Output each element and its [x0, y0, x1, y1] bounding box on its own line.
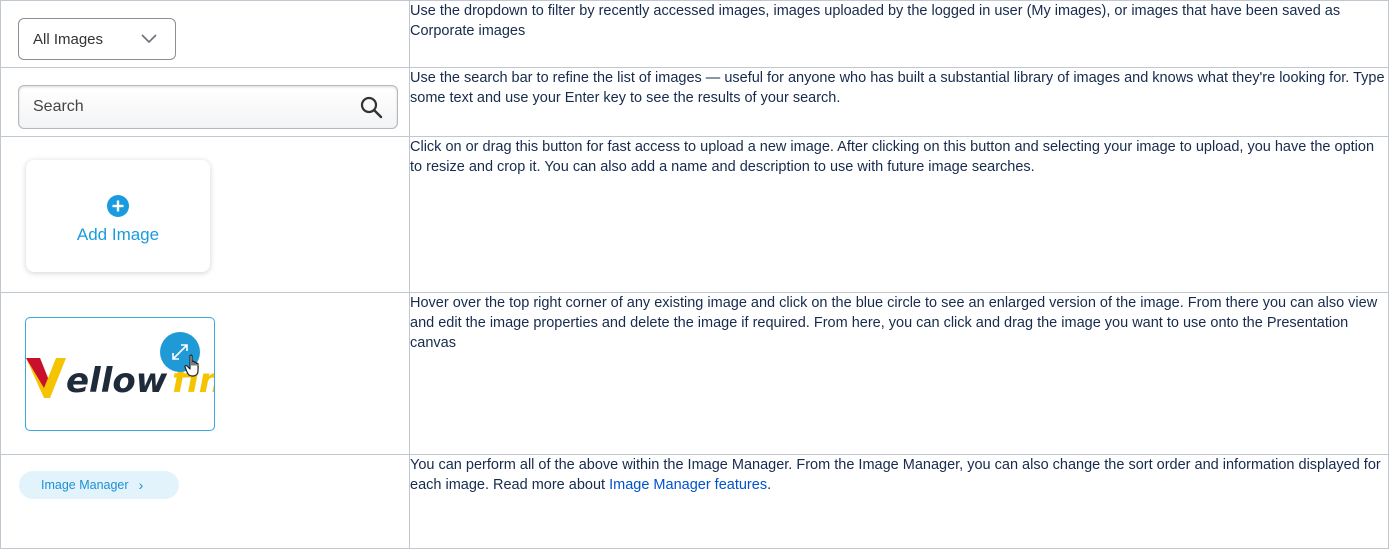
table-row: Image Manager › You can perform all of t…: [0, 454, 1389, 549]
filter-dropdown-value: All Images: [33, 30, 104, 48]
add-image-cell: Add Image: [0, 136, 410, 293]
search-placeholder: Search: [33, 98, 84, 115]
table-row: All Images Use the dropdown to filter by…: [0, 0, 1389, 68]
chevron-down-icon: [139, 29, 159, 53]
table-row: Add Image Click on or drag this button f…: [0, 136, 1389, 293]
description-cell: Hover over the top right corner of any e…: [409, 292, 1389, 455]
image-thumbnail[interactable]: ellow fin: [25, 317, 215, 431]
add-image-label: Add Image: [76, 225, 160, 244]
add-image-description: Click on or drag this button for fast ac…: [410, 139, 1375, 175]
dropdown-description: Use the dropdown to filter by recently a…: [410, 3, 1341, 39]
search-input[interactable]: Search: [18, 85, 398, 129]
hand-cursor-icon: [184, 354, 204, 383]
search-description: Use the search bar to refine the list of…: [410, 70, 1385, 106]
image-manager-label: Image Manager: [41, 478, 129, 492]
image-manager-cell: Image Manager ›: [0, 454, 410, 549]
description-cell: Click on or drag this button for fast ac…: [409, 136, 1389, 293]
svg-text:ellow: ellow: [66, 361, 168, 401]
image-manager-description: You can perform all of the above within …: [410, 457, 1381, 493]
feature-table: All Images Use the dropdown to filter by…: [0, 0, 1389, 549]
image-manager-features-link[interactable]: Image Manager features: [609, 477, 767, 493]
description-cell: You can perform all of the above within …: [409, 454, 1389, 549]
image-manager-description-end: .: [767, 477, 772, 493]
description-cell: Use the search bar to refine the list of…: [409, 67, 1389, 137]
add-image-button[interactable]: Add Image: [26, 160, 210, 272]
description-cell: Use the dropdown to filter by recently a…: [409, 0, 1389, 68]
search-cell: Search: [0, 67, 410, 137]
table-row: Search Use the search bar to refine the …: [0, 67, 1389, 137]
filter-dropdown[interactable]: All Images: [18, 18, 176, 60]
table-row: ellow fin Hov: [0, 292, 1389, 455]
image-manager-button[interactable]: Image Manager ›: [19, 471, 179, 499]
thumbnail-description: Hover over the top right corner of any e…: [410, 295, 1378, 351]
plus-circle-icon: [107, 195, 129, 217]
search-icon[interactable]: [359, 95, 383, 124]
thumbnail-cell: ellow fin: [0, 292, 410, 455]
chevron-right-icon: ›: [138, 477, 144, 493]
dropdown-cell: All Images: [0, 0, 410, 68]
